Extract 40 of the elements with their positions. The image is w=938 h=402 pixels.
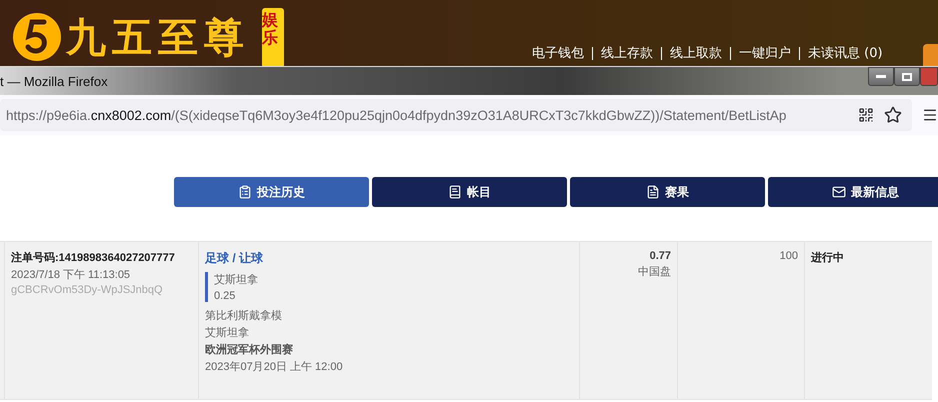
home-team: 第比利斯戴拿模 bbox=[205, 309, 282, 323]
market-name: 足球 / 让球 bbox=[205, 250, 264, 267]
handicap-value: 0.25 bbox=[214, 290, 236, 302]
nav-tab[interactable]: 最新信息 bbox=[768, 177, 938, 207]
minimize-button[interactable] bbox=[868, 67, 894, 86]
brand-name: 九五至尊 bbox=[66, 12, 250, 62]
nav-tab[interactable]: 帐目 bbox=[372, 177, 567, 207]
odds-type: 中国盘 bbox=[638, 265, 671, 279]
star-icon[interactable] bbox=[884, 106, 902, 124]
match-time: 2023年07月20日 上午 12:00 bbox=[205, 360, 343, 374]
logo-icon bbox=[12, 12, 62, 62]
bet-status: 进行中 bbox=[811, 250, 844, 265]
selection-name: 艾斯坦拿 bbox=[214, 273, 258, 287]
menu-icon[interactable] bbox=[922, 107, 938, 123]
header-link[interactable]: 电子钱包 bbox=[532, 44, 584, 62]
qr-code-icon[interactable] bbox=[858, 107, 874, 123]
mail-icon bbox=[832, 185, 846, 199]
clipboard-icon bbox=[238, 185, 252, 199]
header-link[interactable]: 未读讯息 (0) bbox=[808, 44, 883, 62]
brand-badge: 娱乐 bbox=[262, 8, 284, 66]
nav-tab[interactable]: 投注历史 bbox=[174, 177, 369, 207]
bet-time: 2023/7/18 下午 11:13:05 bbox=[11, 268, 130, 282]
header-link[interactable]: 线上存款 bbox=[601, 44, 653, 62]
address-bar[interactable]: https://p9e6ia.cnx8002.com/(S(xideqseTq6M3oy3e4f120pu25qjn0o4dfpydn39zO31A8URCxT3c7kkdGbwZZ))/Statement/BetListAp bbox=[0, 99, 912, 131]
odds-value: 0.77 bbox=[650, 250, 671, 262]
away-team: 艾斯坦拿 bbox=[205, 326, 249, 340]
stake-amount: 100 bbox=[780, 250, 798, 262]
url-text: https://p9e6ia.cnx8002.com/(S(xideqseTq6M3oy3e4f120pu25qjn0o4dfpydn39zO31A8URCxT3c7kkdGbwZZ))/Statement/BetListAp bbox=[6, 108, 788, 122]
header-link[interactable]: 线上取款 bbox=[670, 44, 722, 62]
window-title: t — Mozilla Firefox bbox=[0, 74, 108, 88]
nav-tab[interactable]: 赛果 bbox=[570, 177, 765, 207]
order-number: 注单号码:1419898364027207777 bbox=[11, 250, 175, 265]
header-link[interactable]: 一键归户 bbox=[739, 44, 791, 62]
maximize-button[interactable] bbox=[894, 67, 920, 86]
book-icon bbox=[448, 185, 462, 199]
league-name: 欧洲冠军杯外围赛 bbox=[205, 342, 293, 357]
bet-code: gCBCRvOm53Dy-WpJSJnbqQ bbox=[11, 284, 163, 296]
maximize-icon bbox=[902, 72, 912, 80]
minimize-icon bbox=[876, 75, 886, 78]
document-icon bbox=[646, 185, 660, 199]
